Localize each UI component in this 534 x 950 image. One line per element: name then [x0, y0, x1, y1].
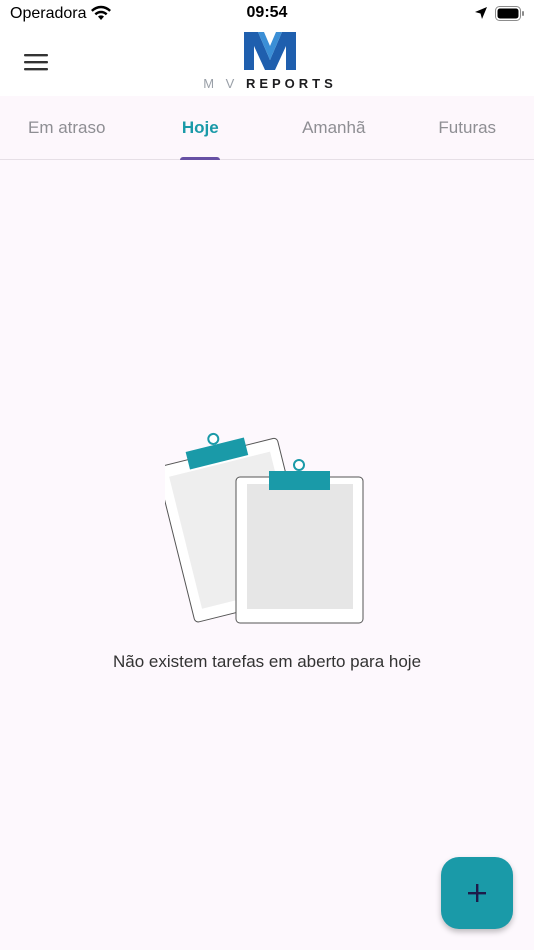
mvreports-logo: M V REPORTS: [200, 32, 340, 92]
app-bar: M V REPORTS: [0, 28, 534, 96]
tab-label: Futuras: [438, 118, 497, 137]
hamburger-menu-icon: [24, 54, 48, 71]
menu-button[interactable]: [16, 42, 56, 82]
logo-wordmark: M V REPORTS: [200, 76, 340, 91]
status-bar: Operadora 09:54: [0, 0, 534, 28]
battery-icon: [495, 6, 525, 26]
plus-icon: [468, 884, 486, 902]
empty-state-message: Não existem tarefas em aberto para hoje: [112, 652, 422, 671]
add-task-fab[interactable]: [441, 857, 513, 929]
clock: 09:54: [246, 4, 288, 21]
active-tab-indicator: [180, 157, 221, 160]
tab-em-atraso[interactable]: Em atraso: [0, 96, 134, 159]
logo-prefix: M V: [203, 76, 239, 91]
logo-name: REPORTS: [245, 76, 337, 91]
logo-mark-icon: [244, 32, 296, 70]
tab-label: Hoje: [181, 118, 219, 137]
tab-amanha[interactable]: Amanhã: [267, 96, 401, 159]
tab-futuras[interactable]: Futuras: [401, 96, 534, 159]
clipboards-illustration-icon: [165, 432, 364, 624]
tab-hoje[interactable]: Hoje: [134, 96, 268, 160]
tab-bar: Em atraso Hoje Amanhã Futuras: [0, 96, 534, 160]
location-arrow-icon: [474, 6, 488, 25]
tab-label: Em atraso: [28, 118, 106, 137]
tab-label: Amanhã: [302, 118, 366, 137]
